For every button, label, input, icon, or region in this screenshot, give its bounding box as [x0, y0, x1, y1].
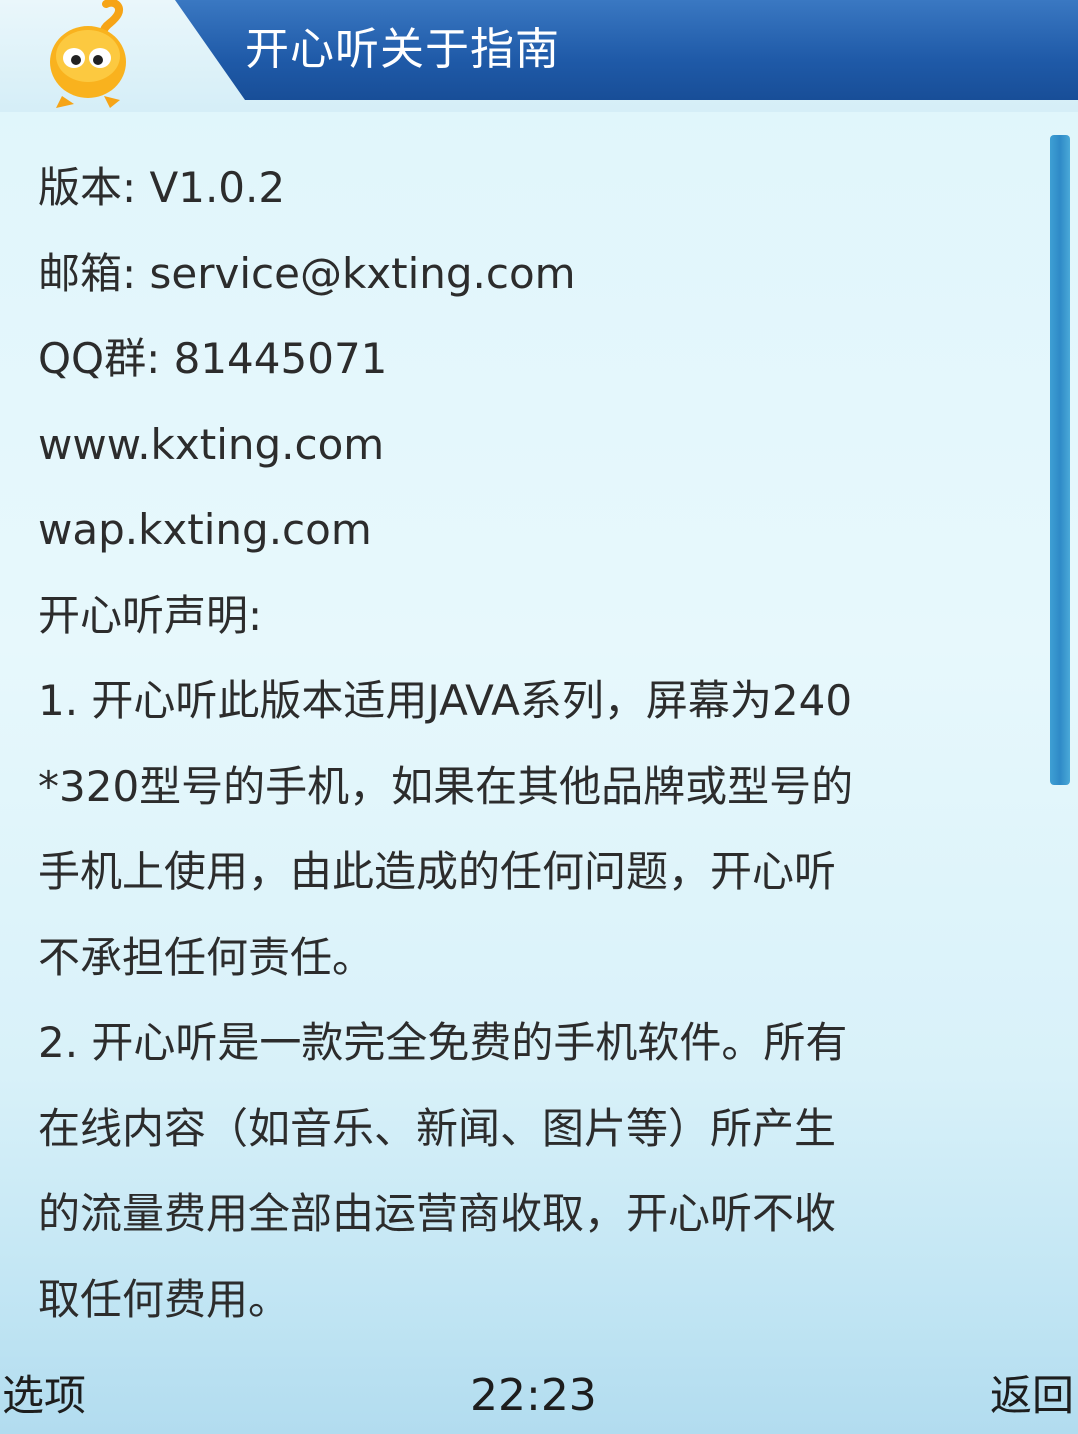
qq-group-line: QQ群: 81445071 [38, 334, 388, 383]
options-softkey[interactable]: 选项 [2, 1366, 86, 1426]
email-line: 邮箱: service@kxting.com [38, 248, 576, 298]
scrollbar-thumb[interactable] [1050, 135, 1070, 785]
version-line: 版本: V1.0.2 [38, 163, 286, 212]
mascot-logo-icon [50, 0, 126, 108]
statement-text-line: *320型号的手机，如果在其他品牌或型号的 [38, 761, 854, 811]
about-text: 版本: V1.0.2 邮箱: service@kxting.com QQ群: 8… [38, 145, 1028, 1342]
statement-text-line: 1. 开心听此版本适用JAVA系列，屏幕为240 [38, 676, 853, 725]
statement-text-line: 取任何费用。 [38, 1274, 291, 1324]
softkey-bar: 选项 22:23 返回 [0, 1356, 1078, 1434]
page-title: 开心听关于指南 [245, 24, 560, 75]
statement-text-line: 在线内容（如音乐、新闻、图片等）所产生 [38, 1103, 837, 1153]
statement-text-line: 2. 开心听是一款完全免费的手机软件。所有 [38, 1018, 848, 1067]
wap-site-line: wap.kxting.com [38, 505, 372, 554]
about-screen: 开心听关于指南 版本: V1.0.2 邮箱: service@kxting.co… [0, 0, 1078, 1434]
statement-text-line: 的流量费用全部由运营商收取，开心听不收 [38, 1189, 837, 1238]
clock-time: 22:23 [470, 1370, 597, 1421]
title-bar: 开心听关于指南 [0, 0, 1078, 112]
website-line: www.kxting.com [38, 419, 385, 469]
statement-text-line: 手机上使用，由此造成的任何问题，开心听 [38, 847, 837, 896]
statement-heading: 开心听声明: [38, 590, 263, 640]
statement-text-line: 不承担任何责任。 [38, 932, 375, 982]
back-softkey[interactable]: 返回 [990, 1366, 1074, 1426]
